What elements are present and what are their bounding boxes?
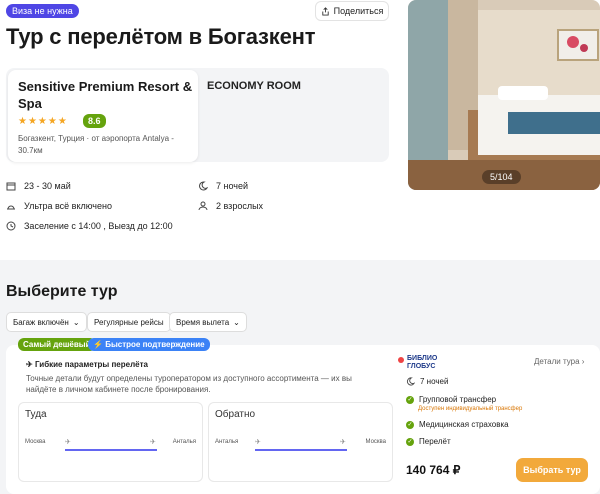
- outbound-flight[interactable]: Туда Москва ✈ ✈ Анталья: [18, 402, 203, 482]
- tour-meals: Ультра всё включено: [6, 201, 112, 211]
- filter-baggage-label: Багаж включён: [13, 317, 69, 327]
- flex-flight-desc: Точные детали будут определены туроперат…: [26, 374, 352, 394]
- tour-price: 140 764 ₽: [406, 463, 461, 477]
- cheapest-tag: Самый дешёвый: [18, 338, 96, 351]
- meals-icon: [7, 205, 15, 210]
- tour-guests: 2 взрослых: [198, 201, 263, 211]
- tour-dates-text: 23 - 30 май: [24, 181, 71, 191]
- check-icon: ✓: [406, 420, 414, 429]
- landing-icon: ✈: [150, 439, 156, 446]
- tour-nights-text: 7 ночей: [216, 181, 249, 191]
- filter-departure-time[interactable]: Время вылета ⌄: [169, 312, 247, 332]
- hotel-rating-badge: 8.6: [83, 114, 106, 128]
- fast-confirm-label: Быстрое подтверждение: [105, 340, 205, 349]
- filter-regular-flights[interactable]: Регулярные рейсы: [87, 312, 171, 332]
- feature-transfer: ✓ Групповой трансфер: [406, 395, 496, 404]
- choose-tour-button[interactable]: Выбрать тур: [516, 458, 588, 482]
- flex-flight-title: ✈ Гибкие параметры перелёта: [26, 360, 148, 369]
- flight-line: [65, 449, 157, 451]
- offer-summary: БИБЛИО ГЛОБУС Детали тура › 7 ночей ✓ Гр…: [398, 345, 600, 494]
- page-title: Тур с перелётом в Богазкент: [6, 24, 316, 49]
- return-flight[interactable]: Обратно Анталья ✈ ✈ Москва: [208, 402, 393, 482]
- share-icon: [321, 6, 329, 16]
- return-from: Анталья: [215, 439, 239, 445]
- chevron-down-icon: ⌄: [72, 317, 80, 327]
- hotel-photo[interactable]: [408, 0, 600, 190]
- moon-icon: [199, 181, 208, 191]
- room-type: ECONOMY ROOM: [207, 80, 301, 92]
- operator-logo: БИБЛИО ГЛОБУС: [407, 355, 438, 370]
- visa-badge: Виза не нужна: [6, 4, 79, 18]
- check-icon: ✓: [406, 395, 414, 404]
- tour-meals-text: Ультра всё включено: [24, 201, 112, 211]
- tour-nights: 7 ночей: [198, 181, 248, 191]
- tour-checkin-text: Заселение с 14:00 , Выезд до 12:00: [24, 221, 173, 231]
- airplane-icon: ✈: [26, 360, 35, 369]
- feature-insurance: ✓ Медицинская страховка: [406, 420, 509, 429]
- calendar-icon: [6, 182, 16, 191]
- hotel-name: Sensitive Premium Resort & Spa: [18, 79, 193, 111]
- flex-flight-title-text: Гибкие параметры перелёта: [34, 360, 148, 369]
- return-label: Обратно: [215, 409, 256, 420]
- feature-flight-text: Перелёт: [419, 437, 451, 446]
- clock-icon: [6, 221, 16, 231]
- landing-icon: ✈: [340, 439, 346, 446]
- photo-counter: 5/104: [482, 170, 521, 184]
- takeoff-icon: ✈: [255, 439, 261, 446]
- moon-icon: [406, 377, 415, 386]
- tour-details-link[interactable]: Детали тура ›: [534, 357, 584, 366]
- takeoff-icon: ✈: [65, 439, 71, 446]
- tour-checkin: Заселение с 14:00 , Выезд до 12:00: [6, 221, 173, 231]
- tour-dates: 23 - 30 май: [6, 181, 71, 191]
- person-icon: [198, 201, 208, 211]
- tour-page: Виза не нужна Поделиться Тур с перелётом…: [0, 0, 600, 494]
- feature-flight: ✓ Перелёт: [406, 437, 451, 446]
- feature-transfer-text: Групповой трансфер: [419, 395, 497, 404]
- flight-line: [255, 449, 347, 451]
- check-icon: ✓: [406, 437, 414, 446]
- transfer-note[interactable]: Доступен индивидуальный трансфер: [418, 406, 522, 412]
- filter-regular-label: Регулярные рейсы: [94, 317, 164, 327]
- feature-insurance-text: Медицинская страховка: [419, 420, 509, 429]
- filter-departure-label: Время вылета: [176, 317, 230, 327]
- hotel-stars-icon: ★★★★★: [18, 116, 68, 127]
- share-button[interactable]: Поделиться: [315, 1, 389, 21]
- choose-tour-title: Выберите тур: [6, 283, 118, 300]
- return-to: Москва: [365, 439, 386, 445]
- fast-confirm-tag: ⚡ Быстрое подтверждение: [88, 338, 210, 351]
- filter-baggage[interactable]: Багаж включён ⌄: [6, 312, 87, 332]
- offer-nights: 7 ночей: [406, 377, 448, 386]
- outbound-label: Туда: [25, 409, 47, 420]
- operator-logo-icon: [398, 357, 404, 363]
- chevron-down-icon: ⌄: [233, 317, 240, 327]
- outbound-from: Москва: [25, 439, 46, 445]
- hotel-location: Богазкент, Турция · от аэропорта Antalya…: [18, 134, 174, 155]
- tour-guests-text: 2 взрослых: [216, 201, 264, 211]
- hotel-card[interactable]: Sensitive Premium Resort & Spa ★★★★★ 8.6…: [8, 70, 198, 162]
- share-label: Поделиться: [333, 6, 384, 16]
- offer-nights-text: 7 ночей: [420, 377, 449, 386]
- outbound-to: Анталья: [172, 439, 196, 445]
